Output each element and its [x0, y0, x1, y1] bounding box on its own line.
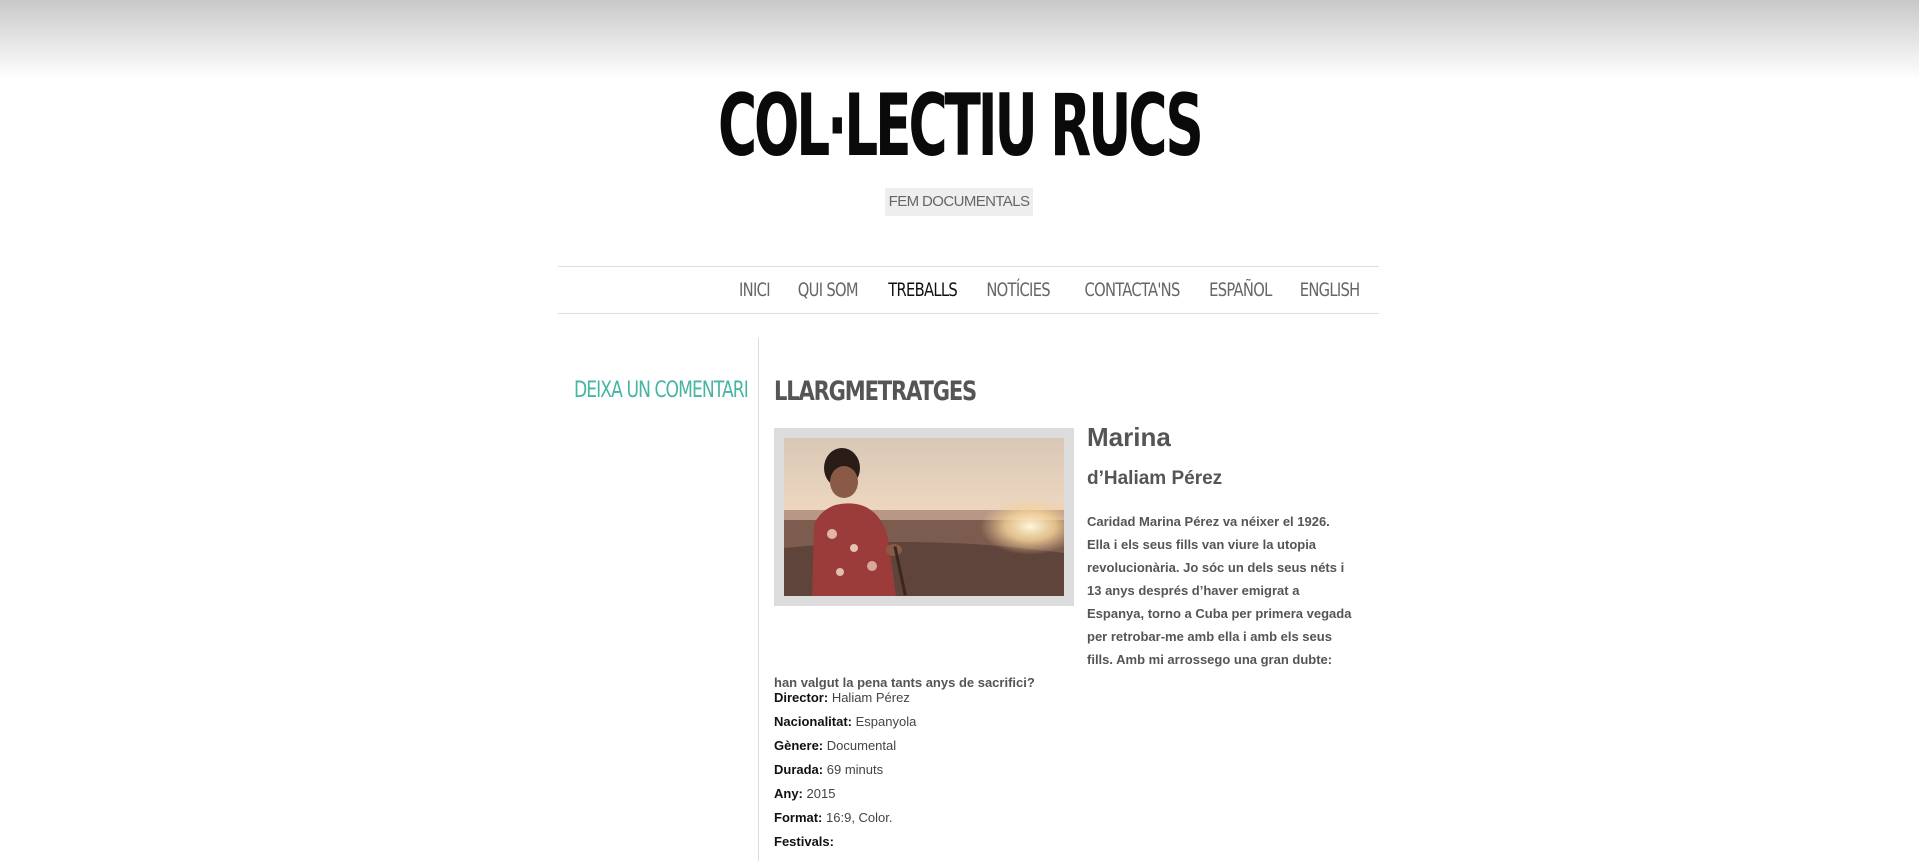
nav-item-qui-som[interactable]: QUI SOM	[798, 279, 859, 301]
detail-value: 16:9, Color.	[826, 810, 893, 825]
detail-duration: Durada: 69 minuts	[774, 758, 1354, 782]
detail-nationality: Nacionalitat: Espanyola	[774, 710, 1354, 734]
detail-value: Haliam Pérez	[831, 690, 910, 705]
detail-label: Format:	[774, 810, 823, 825]
detail-director: Director: Haliam Pérez	[774, 686, 1354, 710]
detail-label: Gènere:	[774, 738, 824, 753]
column-divider	[758, 338, 759, 861]
nav-item-inici[interactable]: INICI	[739, 279, 771, 301]
leave-comment-link[interactable]: DEIXA UN COMENTARI	[574, 378, 749, 403]
film-synopsis: Caridad Marina Pérez va néixer el 1926. …	[774, 510, 1354, 694]
nav-item-espanol[interactable]: ESPAÑOL	[1209, 279, 1272, 301]
image-wrap-spacer	[774, 510, 1087, 670]
detail-label: Any:	[774, 786, 803, 801]
main-navigation: INICI QUI SOM TREBALLS NOTÍCIES CONTACTA…	[558, 266, 1379, 314]
film-director-subtitle: d’Haliam Pérez	[1087, 468, 1223, 489]
detail-label: Nacionalitat:	[774, 714, 853, 729]
detail-label: Durada:	[774, 762, 824, 777]
film-title: Marina	[1087, 422, 1171, 452]
detail-label: Director:	[774, 690, 829, 705]
nav-item-english[interactable]: ENGLISH	[1300, 279, 1360, 301]
detail-festivals: Festivals:	[774, 830, 1354, 854]
nav-item-noticies[interactable]: NOTÍCIES	[987, 279, 1051, 301]
header-gradient	[0, 0, 1919, 80]
main-content: LLARGMETRATGES Marina d’Haliam Pérez Car…	[774, 372, 1354, 849]
section-title: LLARGMETRATGES	[774, 376, 977, 407]
detail-value: Documental	[826, 738, 897, 753]
detail-value: Espanyola	[855, 714, 917, 729]
site-title[interactable]: COL·LECTIU RUCS	[364, 78, 1554, 174]
detail-value: 69 minuts	[826, 762, 884, 777]
nav-item-contactans[interactable]: CONTACTA'NS	[1085, 279, 1181, 301]
detail-year: Any: 2015	[774, 782, 1354, 806]
detail-value: 2015	[806, 786, 836, 801]
site-tagline: FEM DOCUMENTALS	[885, 188, 1033, 216]
film-details-list: Director: Haliam Pérez Nacionalitat: Esp…	[774, 686, 1354, 854]
nav-item-treballs[interactable]: TREBALLS	[888, 279, 958, 301]
detail-genre: Gènere: Documental	[774, 734, 1354, 758]
detail-label: Festivals:	[774, 834, 834, 849]
detail-format: Format: 16:9, Color.	[774, 806, 1354, 830]
